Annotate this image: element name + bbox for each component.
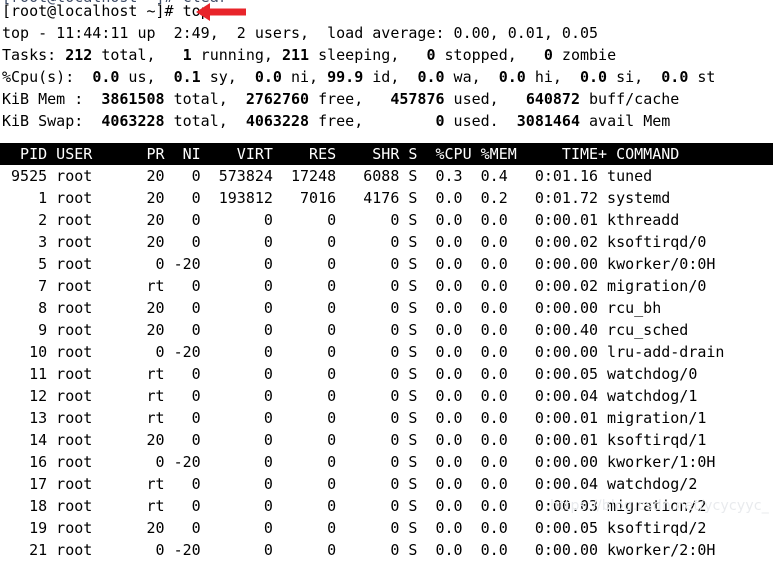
swap-used-value: 0 bbox=[435, 112, 445, 130]
mem-buffcache-value: 640872 bbox=[525, 90, 580, 108]
tasks-running-value: 1 bbox=[182, 46, 192, 64]
cpu-sy-value: 0.1 bbox=[173, 68, 201, 86]
cpu-ni-value: 0.0 bbox=[254, 68, 282, 86]
mem-total-label: total, bbox=[164, 90, 246, 108]
mem-free-value: 2762760 bbox=[245, 90, 310, 108]
cpu-label: %Cpu(s): bbox=[2, 68, 93, 86]
table-row[interactable]: 5 root 0 -20 0 0 0 S 0.0 0.0 0:00.00 kwo… bbox=[0, 253, 773, 275]
table-row[interactable]: 19 root 20 0 0 0 0 S 0.0 0.0 0:00.05 kso… bbox=[0, 517, 773, 539]
tasks-zombie-value: 0 bbox=[543, 46, 553, 64]
table-row[interactable]: 12 root rt 0 0 0 0 S 0.0 0.0 0:00.04 wat… bbox=[0, 385, 773, 407]
cpu-si-value: 0.0 bbox=[580, 68, 608, 86]
cpu-id-label: id, bbox=[363, 68, 418, 86]
cpu-us-value: 0.0 bbox=[92, 68, 120, 86]
cpu-st-value: 0.0 bbox=[661, 68, 689, 86]
mem-free-label: free, bbox=[309, 90, 391, 108]
table-row[interactable]: 8 root 20 0 0 0 0 S 0.0 0.0 0:00.00 rcu_… bbox=[0, 297, 773, 319]
uptime-text: top - 11:44:11 up 2:49, 2 users, load av… bbox=[2, 24, 599, 42]
cpu-hi-value: 0.0 bbox=[498, 68, 526, 86]
table-row[interactable]: 13 root rt 0 0 0 0 S 0.0 0.0 0:00.01 mig… bbox=[0, 407, 773, 429]
top-cpu-line: %Cpu(s): 0.0 us, 0.1 sy, 0.0 ni, 99.9 id… bbox=[0, 66, 773, 88]
swap-total-label: total, bbox=[164, 112, 246, 130]
table-row[interactable]: 16 root 0 -20 0 0 0 S 0.0 0.0 0:00.00 kw… bbox=[0, 451, 773, 473]
table-row[interactable]: 21 root 0 -20 0 0 0 S 0.0 0.0 0:00.00 kw… bbox=[0, 539, 773, 561]
tasks-sleeping-value: 211 bbox=[281, 46, 310, 64]
top-uptime-line: top - 11:44:11 up 2:49, 2 users, load av… bbox=[0, 22, 773, 44]
terminal-window[interactable]: [root@localhost ~]# clear [root@localhos… bbox=[0, 0, 773, 559]
swap-avail-value: 3081464 bbox=[516, 112, 580, 130]
swap-free-label: free, bbox=[309, 112, 436, 130]
process-table-header: PID USER PR NI VIRT RES SHR S %CPU %MEM … bbox=[0, 143, 773, 165]
top-tasks-line: Tasks: 212 total, 1 running, 211 sleepin… bbox=[0, 44, 773, 66]
table-row[interactable]: 9 root 20 0 0 0 0 S 0.0 0.0 0:00.40 rcu_… bbox=[0, 319, 773, 341]
table-row[interactable]: 3 root 20 0 0 0 0 S 0.0 0.0 0:00.02 ksof… bbox=[0, 231, 773, 253]
watermark: https://blog.csdn.net/ycycyyc_ bbox=[550, 498, 769, 514]
swap-total-value: 4063228 bbox=[101, 112, 165, 130]
tasks-label: Tasks: bbox=[2, 46, 66, 64]
tasks-total-value: 212 bbox=[65, 46, 93, 64]
tasks-stopped-label: stopped, bbox=[435, 46, 544, 64]
table-row[interactable]: 14 root 20 0 0 0 0 S 0.0 0.0 0:00.01 kso… bbox=[0, 429, 773, 451]
cpu-ni-label: ni, bbox=[281, 68, 328, 86]
table-row[interactable]: 9525 root 20 0 573824 17248 6088 S 0.3 0… bbox=[0, 165, 773, 187]
tasks-sleeping-label: sleeping, bbox=[309, 46, 427, 64]
tasks-total-label: total, bbox=[92, 46, 183, 64]
table-row[interactable]: 17 root rt 0 0 0 0 S 0.0 0.0 0:00.04 wat… bbox=[0, 473, 773, 495]
mem-total-value: 3861508 bbox=[101, 90, 165, 108]
swap-used-label: used. bbox=[444, 112, 517, 130]
summary-table-gap bbox=[0, 132, 773, 143]
swap-label: KiB Swap: bbox=[2, 112, 102, 130]
scrollback-sliver: [root@localhost ~]# clear bbox=[2, 0, 228, 8]
top-swap-line: KiB Swap: 4063228 total, 4063228 free, 0… bbox=[0, 110, 773, 132]
cpu-sy-label: sy, bbox=[200, 68, 255, 86]
tasks-running-label: running, bbox=[191, 46, 282, 64]
table-row[interactable]: 10 root 0 -20 0 0 0 S 0.0 0.0 0:00.00 lr… bbox=[0, 341, 773, 363]
mem-buffcache-label: buff/cache bbox=[580, 90, 680, 108]
cpu-id-value: 99.9 bbox=[327, 68, 364, 86]
table-row[interactable]: 7 root rt 0 0 0 0 S 0.0 0.0 0:00.02 migr… bbox=[0, 275, 773, 297]
mem-used-label: used, bbox=[444, 90, 526, 108]
cpu-wa-label: wa, bbox=[444, 68, 499, 86]
cpu-si-label: si, bbox=[607, 68, 662, 86]
table-row[interactable]: 1 root 20 0 193812 7016 4176 S 0.0 0.2 0… bbox=[0, 187, 773, 209]
cpu-wa-value: 0.0 bbox=[417, 68, 445, 86]
swap-avail-label: avail Mem bbox=[580, 112, 671, 130]
tasks-zombie-label: zombie bbox=[552, 46, 617, 64]
top-mem-line: KiB Mem : 3861508 total, 2762760 free, 4… bbox=[0, 88, 773, 110]
table-row[interactable]: 11 root rt 0 0 0 0 S 0.0 0.0 0:00.05 wat… bbox=[0, 363, 773, 385]
mem-label: KiB Mem : bbox=[2, 90, 102, 108]
mem-used-value: 457876 bbox=[390, 90, 445, 108]
tasks-stopped-value: 0 bbox=[426, 46, 436, 64]
table-row[interactable]: 2 root 20 0 0 0 0 S 0.0 0.0 0:00.01 kthr… bbox=[0, 209, 773, 231]
swap-free-value: 4063228 bbox=[245, 112, 310, 130]
cpu-hi-label: hi, bbox=[525, 68, 580, 86]
cpu-us-label: us, bbox=[119, 68, 174, 86]
cpu-st-label: st bbox=[688, 68, 716, 86]
